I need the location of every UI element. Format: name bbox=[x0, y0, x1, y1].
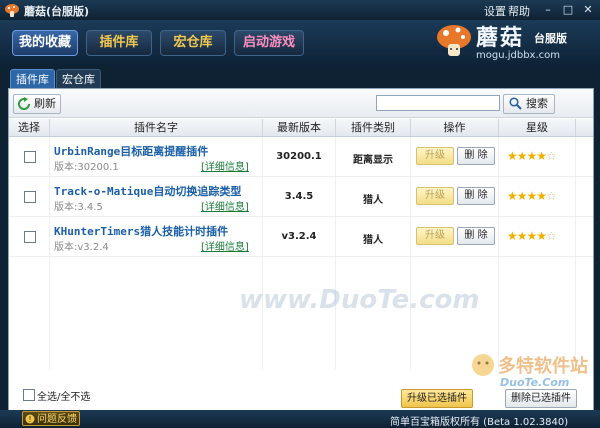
plugin-name[interactable]: Track-o-Matique自动切换追踪类型 bbox=[54, 183, 241, 199]
table-row[interactable]: UrbinRange目标距离提醒插件 版本:30200.1 [详细信息] 302… bbox=[9, 137, 593, 177]
star-filled-icon: ★ bbox=[507, 229, 518, 243]
search-icon bbox=[509, 97, 522, 110]
minimize-button[interactable]: – bbox=[540, 2, 556, 17]
nav-launch-game[interactable]: 启动游戏 bbox=[234, 30, 304, 56]
site-watermark: 多特软件站 DuoTe.Com bbox=[470, 352, 600, 402]
select-all-label: 全选/全不选 bbox=[37, 392, 91, 403]
plugin-type: 猎人 bbox=[363, 195, 383, 206]
latest-version: 30200.1 bbox=[276, 151, 322, 162]
plugin-version: 版本:v3.2.4 bbox=[54, 242, 109, 253]
maximize-button[interactable]: □ bbox=[560, 2, 576, 17]
help-menu[interactable]: 帮助 bbox=[508, 3, 530, 19]
star-filled-icon: ★ bbox=[536, 229, 547, 243]
logo-domain: mogu.jdbbx.com bbox=[476, 50, 560, 61]
search-button[interactable]: 搜索 bbox=[503, 94, 555, 114]
star-filled-icon: ★ bbox=[536, 189, 547, 203]
watermark-title: 多特软件站 bbox=[498, 356, 588, 377]
star-filled-icon: ★ bbox=[526, 149, 538, 163]
nav-plugin-lib[interactable]: 插件库 bbox=[86, 30, 152, 56]
watermark-site: DuoTe.Com bbox=[500, 376, 570, 389]
star-filled-icon: ★ bbox=[507, 189, 518, 203]
mushroom-app-icon bbox=[5, 4, 19, 17]
detail-link[interactable]: [详细信息] bbox=[201, 238, 249, 253]
header-latest: 最新版本 bbox=[263, 119, 336, 136]
svg-text:!: ! bbox=[28, 415, 31, 424]
star-empty-icon: ☆ bbox=[546, 229, 557, 243]
star-empty-icon: ☆ bbox=[546, 189, 557, 203]
mushroom-logo-icon bbox=[437, 25, 471, 56]
header-action: 操作 bbox=[411, 119, 499, 136]
row-checkbox[interactable] bbox=[24, 191, 36, 203]
tab-plugin-lib[interactable]: 插件库 bbox=[10, 69, 55, 89]
table-row[interactable]: Track-o-Matique自动切换追踪类型 版本:3.4.5 [详细信息] … bbox=[9, 177, 593, 217]
star-empty-icon: ☆ bbox=[546, 149, 557, 163]
logo-brand: 蘑菇 bbox=[476, 26, 525, 51]
window-title: 蘑菇(台服版) bbox=[24, 5, 90, 18]
header-rating: 星级 bbox=[499, 119, 576, 136]
star-filled-icon: ★ bbox=[516, 229, 528, 243]
upgrade-button[interactable]: 升级 bbox=[416, 227, 454, 245]
feedback-button[interactable]: ! 问题反馈 bbox=[22, 411, 80, 426]
star-filled-icon: ★ bbox=[516, 189, 528, 203]
star-rating: ★★★★☆ bbox=[507, 189, 557, 203]
upgrade-button[interactable]: 升级 bbox=[416, 147, 454, 165]
upgrade-selected-button[interactable]: 升级已选插件 bbox=[401, 389, 473, 408]
refresh-label: 刷新 bbox=[34, 97, 56, 110]
settings-menu[interactable]: 设置 bbox=[484, 3, 506, 19]
close-button[interactable]: ✕ bbox=[580, 2, 596, 17]
plugin-rows: UrbinRange目标距离提醒插件 版本:30200.1 [详细信息] 302… bbox=[9, 137, 593, 369]
toolbar: 刷新 搜索 bbox=[9, 89, 593, 118]
star-filled-icon: ★ bbox=[526, 229, 538, 243]
star-filled-icon: ★ bbox=[516, 149, 528, 163]
star-rating: ★★★★☆ bbox=[507, 229, 557, 243]
row-checkbox[interactable] bbox=[24, 231, 36, 243]
plugin-version: 版本:3.4.5 bbox=[54, 202, 103, 213]
plugin-name[interactable]: UrbinRange目标距离提醒插件 bbox=[54, 143, 208, 159]
table-row[interactable]: KHunterTimers猎人技能计时插件 版本:v3.2.4 [详细信息] v… bbox=[9, 217, 593, 257]
plugin-version: 版本:30200.1 bbox=[54, 162, 119, 173]
star-filled-icon: ★ bbox=[526, 189, 538, 203]
status-bar: ! 问题反馈 简单百宝箱版权所有 (Beta 1.02.3840) bbox=[0, 410, 600, 428]
header-type: 插件类别 bbox=[336, 119, 411, 136]
logo-edition: 台服版 bbox=[534, 32, 567, 45]
refresh-button[interactable]: 刷新 bbox=[13, 94, 61, 114]
title-bar: 蘑菇(台服版) 设置 帮助 – □ ✕ bbox=[0, 0, 600, 20]
detail-link[interactable]: [详细信息] bbox=[201, 198, 249, 213]
row-checkbox[interactable] bbox=[24, 151, 36, 163]
feedback-label: 问题反馈 bbox=[37, 414, 77, 425]
select-all-checkbox[interactable] bbox=[23, 389, 35, 401]
latest-version: v3.2.4 bbox=[281, 231, 317, 242]
copyright-text: 简单百宝箱版权所有 (Beta 1.02.3840) bbox=[390, 417, 569, 428]
tab-macro-lib[interactable]: 宏仓库 bbox=[56, 69, 101, 89]
nav-my-favorites[interactable]: 我的收藏 bbox=[12, 30, 78, 56]
search-label: 搜索 bbox=[526, 97, 548, 110]
feedback-icon: ! bbox=[25, 414, 35, 424]
search-input[interactable] bbox=[376, 95, 500, 111]
delete-button[interactable]: 删 除 bbox=[457, 187, 495, 205]
tab-bar: 插件库 宏仓库 bbox=[0, 66, 600, 89]
detail-link[interactable]: [详细信息] bbox=[201, 158, 249, 173]
refresh-icon bbox=[18, 97, 30, 110]
mascot-icon bbox=[472, 354, 494, 376]
plugin-type: 猎人 bbox=[363, 235, 383, 246]
header-select: 选择 bbox=[9, 119, 50, 136]
watermark: www.DuoTe.com bbox=[239, 285, 480, 315]
nav-macro-lib[interactable]: 宏仓库 bbox=[160, 30, 226, 56]
delete-button[interactable]: 删 除 bbox=[457, 147, 495, 165]
logo: 蘑菇 台服版 mogu.jdbbx.com bbox=[436, 22, 596, 66]
delete-button[interactable]: 删 除 bbox=[457, 227, 495, 245]
latest-version: 3.4.5 bbox=[284, 191, 314, 202]
table-header: 选择 插件名字 最新版本 插件类别 操作 星级 bbox=[9, 119, 593, 137]
plugin-type: 距离显示 bbox=[353, 155, 393, 166]
plugin-name[interactable]: KHunterTimers猎人技能计时插件 bbox=[54, 223, 228, 239]
star-filled-icon: ★ bbox=[536, 149, 547, 163]
header-name: 插件名字 bbox=[50, 119, 263, 136]
star-filled-icon: ★ bbox=[507, 149, 518, 163]
star-rating: ★★★★☆ bbox=[507, 149, 557, 163]
upgrade-button[interactable]: 升级 bbox=[416, 187, 454, 205]
